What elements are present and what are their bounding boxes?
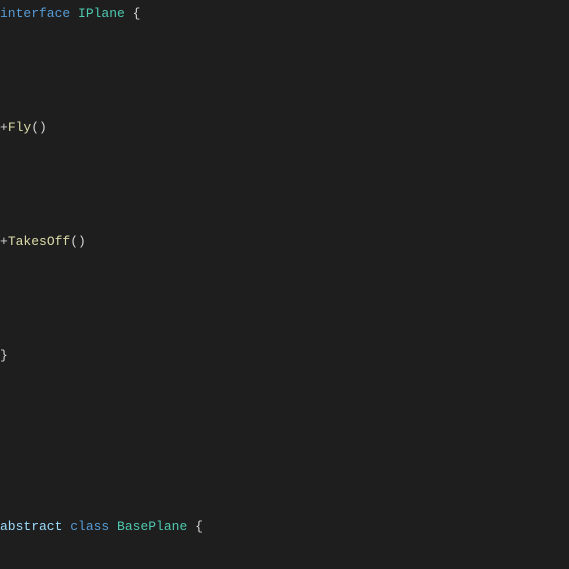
- method-name: TakesOff: [8, 234, 70, 249]
- method-name: Fly: [8, 120, 31, 135]
- code-line: interface IPlane {: [0, 0, 569, 29]
- code-line: [0, 456, 569, 485]
- keyword: interface: [0, 6, 70, 21]
- code-line: [0, 399, 569, 428]
- parens: (): [70, 234, 86, 249]
- keyword: class: [62, 519, 109, 534]
- type-name: IPlane: [78, 6, 125, 21]
- code-line: [0, 285, 569, 314]
- code-line: +Fly(): [0, 114, 569, 143]
- code-line: [0, 57, 569, 86]
- code-line: }: [0, 342, 569, 371]
- brace: {: [187, 519, 203, 534]
- code-editor[interactable]: interface IPlane { +Fly() +TakesOff() } …: [0, 0, 569, 569]
- code-line: +TakesOff(): [0, 228, 569, 257]
- type-name: BasePlane: [117, 519, 187, 534]
- brace: {: [125, 6, 141, 21]
- brace: }: [0, 348, 8, 363]
- operator: +: [0, 120, 8, 135]
- parens: (): [31, 120, 47, 135]
- code-line: [0, 171, 569, 200]
- operator: +: [0, 234, 8, 249]
- code-line: abstract class BasePlane {: [0, 513, 569, 542]
- modifier: abstract: [0, 519, 62, 534]
